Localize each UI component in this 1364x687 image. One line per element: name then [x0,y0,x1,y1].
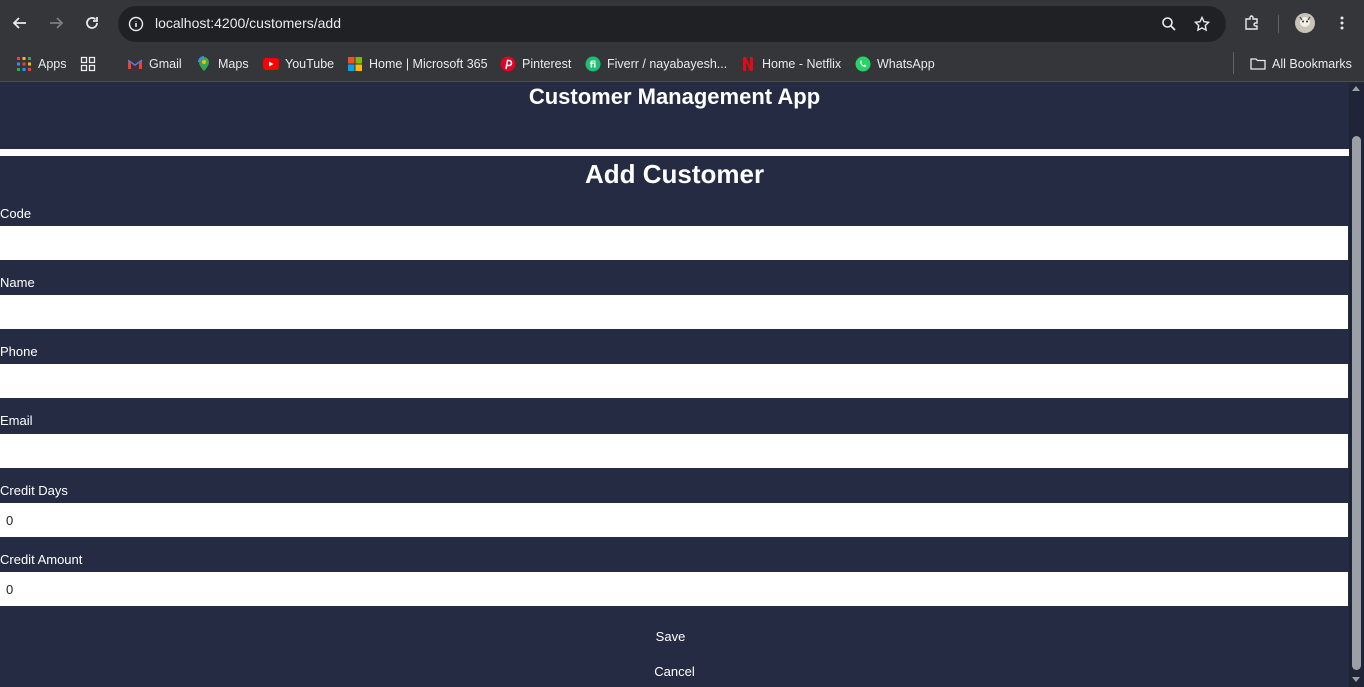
youtube-icon [263,56,279,72]
bookmark-label: Home - Netflix [762,57,842,71]
email-label: Email [0,413,33,428]
toolbar-separator [1278,15,1279,33]
microsoft-icon [347,56,363,72]
name-input[interactable] [0,295,1348,329]
bookmark-apps[interactable]: Apps [16,52,67,76]
bookmarks-separator [1233,52,1234,74]
browser-toolbar: localhost:4200/customers/add [0,0,1364,46]
app-title: Customer Management App [528,84,821,109]
bookmark-maps[interactable]: Maps [196,52,249,76]
bookmark-star-icon[interactable] [1192,14,1212,34]
arrow-left-icon [12,17,26,29]
more-vertical-icon [1340,16,1344,30]
code-input[interactable] [0,226,1348,260]
bookmark-label: WhatsApp [877,57,935,71]
credit-days-label: Credit Days [0,483,68,498]
phone-label: Phone [0,344,38,359]
credit-days-input[interactable] [0,503,1348,537]
save-button[interactable]: Save [0,629,1345,645]
email-input[interactable] [0,434,1348,468]
scroll-down-arrow-icon[interactable] [1352,677,1360,682]
app-header: Customer Management App [0,83,1349,149]
cancel-button-label: Cancel [654,664,695,679]
bookmark-label: YouTube [285,57,335,71]
profile-avatar[interactable] [1293,11,1317,35]
phone-input[interactable] [0,364,1348,398]
bookmark-fiverr[interactable]: fi Fiverr / nayabayesh... [585,52,727,76]
gmail-icon [127,56,143,72]
back-button[interactable] [8,11,32,35]
bookmark-netflix[interactable]: Home - Netflix [740,52,841,76]
arrow-right-icon [50,17,64,29]
bookmark-label: Home | Microsoft 365 [369,57,488,71]
browser-menu-button[interactable] [1330,11,1354,35]
pinterest-icon [500,56,516,72]
reload-icon [86,17,98,29]
save-button-label: Save [655,629,686,644]
fiverr-icon: fi [585,56,601,72]
header-divider [0,149,1349,156]
scrollbar-thumb[interactable] [1352,136,1361,670]
extensions-button[interactable] [1240,11,1264,35]
cancel-button[interactable]: Cancel [0,664,1349,680]
url-text: localhost:4200/customers/add [155,15,341,31]
svg-text:fi: fi [590,61,597,71]
puzzle-icon [1245,15,1258,30]
avatar-icon [1295,13,1315,33]
bookmarks-bar: Apps Gmail Maps YouTube Home | Microsoft… [0,46,1364,82]
scroll-up-arrow-icon[interactable] [1352,86,1360,91]
code-label: Code [0,206,32,221]
form-title: Add Customer [584,159,765,189]
zoom-icon[interactable] [1159,14,1179,34]
bookmark-gmail[interactable]: Gmail [127,52,182,76]
tab-groups-icon [80,56,96,72]
all-bookmarks-label: All Bookmarks [1272,57,1352,71]
address-bar[interactable]: localhost:4200/customers/add [118,6,1226,42]
add-customer-form: Add Customer Code Name Phone Email Credi… [0,156,1349,687]
all-bookmarks-button[interactable]: All Bookmarks [1250,52,1352,76]
bookmark-label: Gmail [149,57,182,71]
bookmark-youtube[interactable]: YouTube [263,52,334,76]
bookmark-microsoft365[interactable]: Home | Microsoft 365 [347,52,488,76]
bookmark-label: Apps [38,57,67,71]
maps-icon [196,56,212,72]
forward-button[interactable] [44,11,68,35]
bookmark-label: Maps [218,57,249,71]
bookmark-tab-groups[interactable] [80,52,102,76]
credit-amount-label: Credit Amount [0,552,83,567]
whatsapp-icon [855,56,871,72]
netflix-icon [740,56,756,72]
bookmark-pinterest[interactable]: Pinterest [500,52,571,76]
bookmark-whatsapp[interactable]: WhatsApp [855,52,935,76]
credit-amount-input[interactable] [0,572,1348,606]
apps-grid-icon [16,56,32,72]
reload-button[interactable] [80,11,104,35]
bookmark-label: Pinterest [522,57,572,71]
bookmark-label: Fiverr / nayabayesh... [607,57,728,71]
page-content: Customer Management App Add Customer Cod… [0,83,1349,687]
folder-icon [1250,56,1266,72]
name-label: Name [0,275,35,290]
site-info-icon[interactable] [126,14,146,34]
